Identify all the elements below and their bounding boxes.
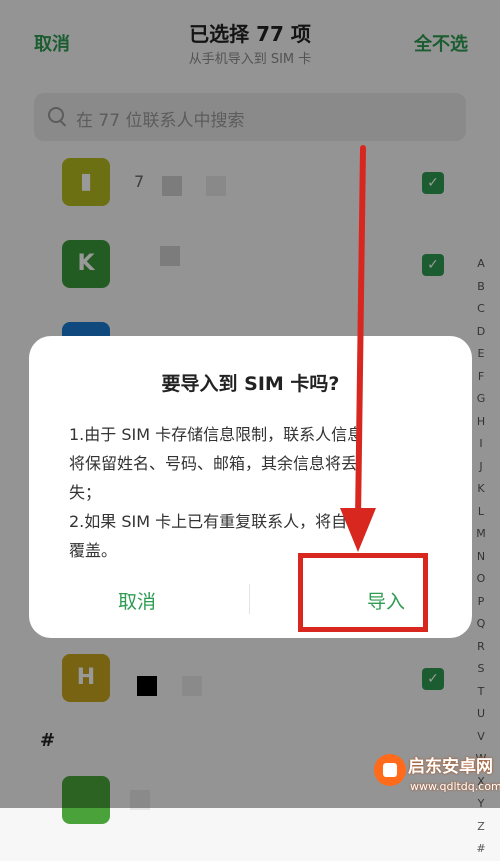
index-letter[interactable]: Z — [474, 816, 488, 839]
watermark-logo: 启东安卓网 www.qdltdq.com — [370, 748, 500, 808]
annotation-arrow — [340, 145, 376, 552]
watermark-url: www.qdltdq.com — [410, 780, 500, 793]
watermark-icon — [374, 754, 406, 786]
watermark-text: 启东安卓网 — [408, 757, 493, 777]
index-letter[interactable]: # — [474, 838, 488, 861]
